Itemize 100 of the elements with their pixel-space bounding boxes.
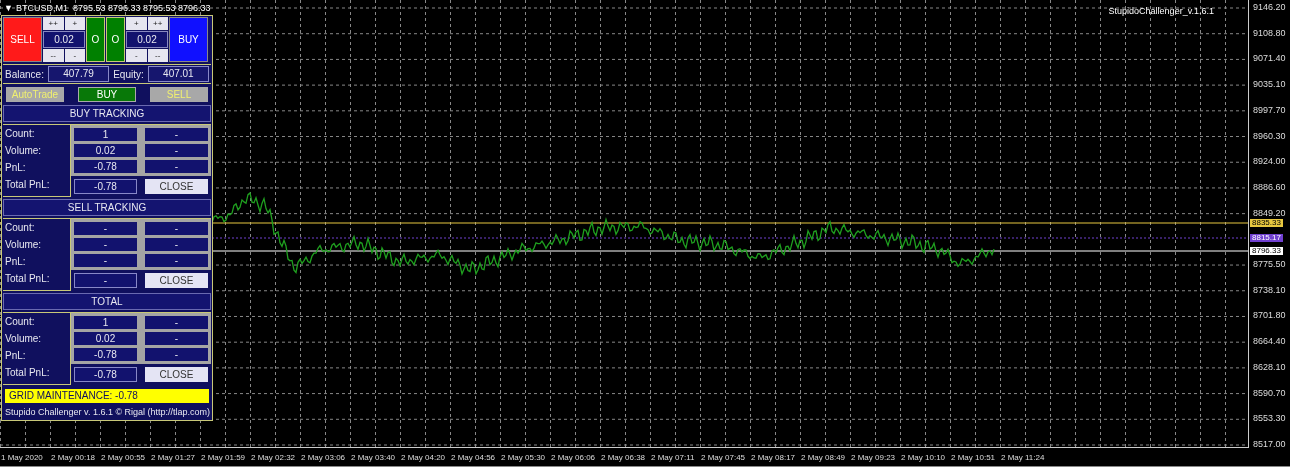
chart-title: BTCUSD,M1 8795.53 8796.33 8795.53 8796.33 xyxy=(15,3,211,13)
value-cell: 1 xyxy=(74,316,137,329)
indicator-label: StupidoChallenger_v.1.6.1 xyxy=(1108,6,1214,16)
lot-size-field[interactable]: 0.02 xyxy=(43,31,85,48)
value-cell: -0.78 xyxy=(74,348,137,361)
time-tick: 2 May 09:23 xyxy=(851,452,897,462)
value-cell: - xyxy=(145,348,208,361)
total-value: -0.78 xyxy=(74,179,137,194)
time-tick: 2 May 07:11 xyxy=(651,452,696,462)
buy-button[interactable]: BUY xyxy=(169,17,208,62)
value-cell: 0.02 xyxy=(74,332,137,345)
row-label: PnL: xyxy=(4,161,27,175)
price-tick: 8664.40 xyxy=(1253,337,1286,347)
price-tick: 8960.30 xyxy=(1253,131,1286,141)
time-tick: 2 May 08:49 xyxy=(801,452,847,462)
row-label: Count: xyxy=(4,315,36,329)
sell-button[interactable]: SELL xyxy=(3,17,42,62)
time-tick: 2 May 06:38 xyxy=(601,452,647,462)
time-tick: 2 May 00:18 xyxy=(51,452,97,462)
price-tag: 8835.33 xyxy=(1250,219,1283,227)
decrease-button[interactable]: - xyxy=(126,49,147,62)
row-label: Count: xyxy=(4,221,36,235)
increase-button[interactable]: ++ xyxy=(43,17,64,30)
time-tick: 2 May 06:06 xyxy=(551,452,597,462)
close-button[interactable]: CLOSE xyxy=(145,273,208,288)
time-tick: 2 May 07:45 xyxy=(701,452,747,462)
value-cell: - xyxy=(145,144,208,157)
increase-button[interactable]: + xyxy=(126,17,147,30)
time-tick: 2 May 08:17 xyxy=(751,452,797,462)
account-value: 407.01 xyxy=(147,66,209,82)
value-cell: - xyxy=(74,254,137,267)
row-label: PnL: xyxy=(4,349,27,363)
footer-text: Stupido Challenger v. 1.6.1 © Rigal (http://tlap.com) xyxy=(4,406,211,419)
row-label: Volume: xyxy=(4,332,43,346)
value-cell: - xyxy=(145,238,208,251)
value-cell: 0.02 xyxy=(74,144,137,157)
row-label: Total PnL: xyxy=(4,178,51,192)
time-tick: 2 May 10:51 xyxy=(951,452,997,462)
price-tick: 8775.50 xyxy=(1253,260,1286,270)
price-tick: 8924.00 xyxy=(1253,157,1286,167)
account-label: Balance: xyxy=(5,68,44,80)
section-header: SELL TRACKING xyxy=(3,199,211,216)
price-tick: 8701.80 xyxy=(1253,311,1286,321)
time-tick: 2 May 03:40 xyxy=(351,452,397,462)
row-label: Volume: xyxy=(4,144,43,158)
value-cell: -0.78 xyxy=(74,160,137,173)
time-tick: 2 May 04:56 xyxy=(451,452,497,462)
value-cell: - xyxy=(145,254,208,267)
section-header: BUY TRACKING xyxy=(3,105,211,122)
value-cell: - xyxy=(145,332,208,345)
value-cell: - xyxy=(145,160,208,173)
close-button[interactable]: CLOSE xyxy=(145,179,208,194)
reset-button[interactable]: O xyxy=(106,17,125,62)
time-tick: 2 May 03:06 xyxy=(301,452,347,462)
time-tick: 2 May 00:55 xyxy=(101,452,147,462)
increase-button[interactable]: ++ xyxy=(147,17,168,30)
row-label: Total PnL: xyxy=(4,366,51,380)
reset-button[interactable]: O xyxy=(86,17,105,62)
decrease-button[interactable]: -- xyxy=(147,49,168,62)
price-tick: 9035.10 xyxy=(1253,80,1286,90)
value-cell: - xyxy=(145,316,208,329)
account-label: Equity: xyxy=(113,68,144,80)
value-cell: - xyxy=(74,222,137,235)
time-tick: 2 May 11:24 xyxy=(1001,452,1046,462)
time-tick: 2 May 04:20 xyxy=(401,452,447,462)
price-tick: 8553.30 xyxy=(1253,414,1286,424)
time-tick: 2 May 05:30 xyxy=(501,452,547,462)
total-value: -0.78 xyxy=(74,367,137,382)
increase-button[interactable]: + xyxy=(64,17,85,30)
price-tick: 8997.70 xyxy=(1253,105,1286,115)
row-label: PnL: xyxy=(4,255,27,269)
price-tick: 8590.70 xyxy=(1253,388,1286,398)
price-tick: 9108.80 xyxy=(1253,28,1286,38)
total-value: - xyxy=(74,273,137,288)
account-value: 407.79 xyxy=(47,66,110,82)
row-label: Count: xyxy=(4,127,36,141)
price-tick: 9071.40 xyxy=(1253,54,1286,64)
time-tick: 2 May 01:27 xyxy=(151,452,197,462)
time-tick: 2 May 01:59 xyxy=(201,452,247,462)
time-tick: 1 May 2020 xyxy=(1,452,44,462)
price-tick: 8738.10 xyxy=(1253,285,1286,295)
mode-toggle[interactable]: BUY xyxy=(78,87,136,102)
section-header: TOTAL xyxy=(3,293,211,310)
price-tick: 9146.20 xyxy=(1253,3,1286,12)
decrease-button[interactable]: -- xyxy=(43,49,64,62)
time-tick: 2 May 02:32 xyxy=(251,452,297,462)
price-tick: 8628.10 xyxy=(1253,362,1286,372)
lot-size-field[interactable]: 0.02 xyxy=(126,31,168,48)
close-button[interactable]: CLOSE xyxy=(145,367,208,382)
caret-icon[interactable]: ▼ xyxy=(4,3,13,13)
price-tick: 8886.60 xyxy=(1253,182,1286,192)
row-label: Total PnL: xyxy=(4,272,51,286)
value-cell: - xyxy=(145,222,208,235)
price-tick: 8849.20 xyxy=(1253,208,1286,218)
grid-maintenance-bar: GRID MAINTENANCE: -0.78 xyxy=(5,389,209,403)
price-tag: 8796.33 xyxy=(1250,247,1283,255)
price-tag: 8815.17 xyxy=(1250,234,1283,242)
time-tick: 2 May 10:10 xyxy=(901,452,947,462)
value-cell: 1 xyxy=(74,128,137,141)
decrease-button[interactable]: - xyxy=(64,49,85,62)
